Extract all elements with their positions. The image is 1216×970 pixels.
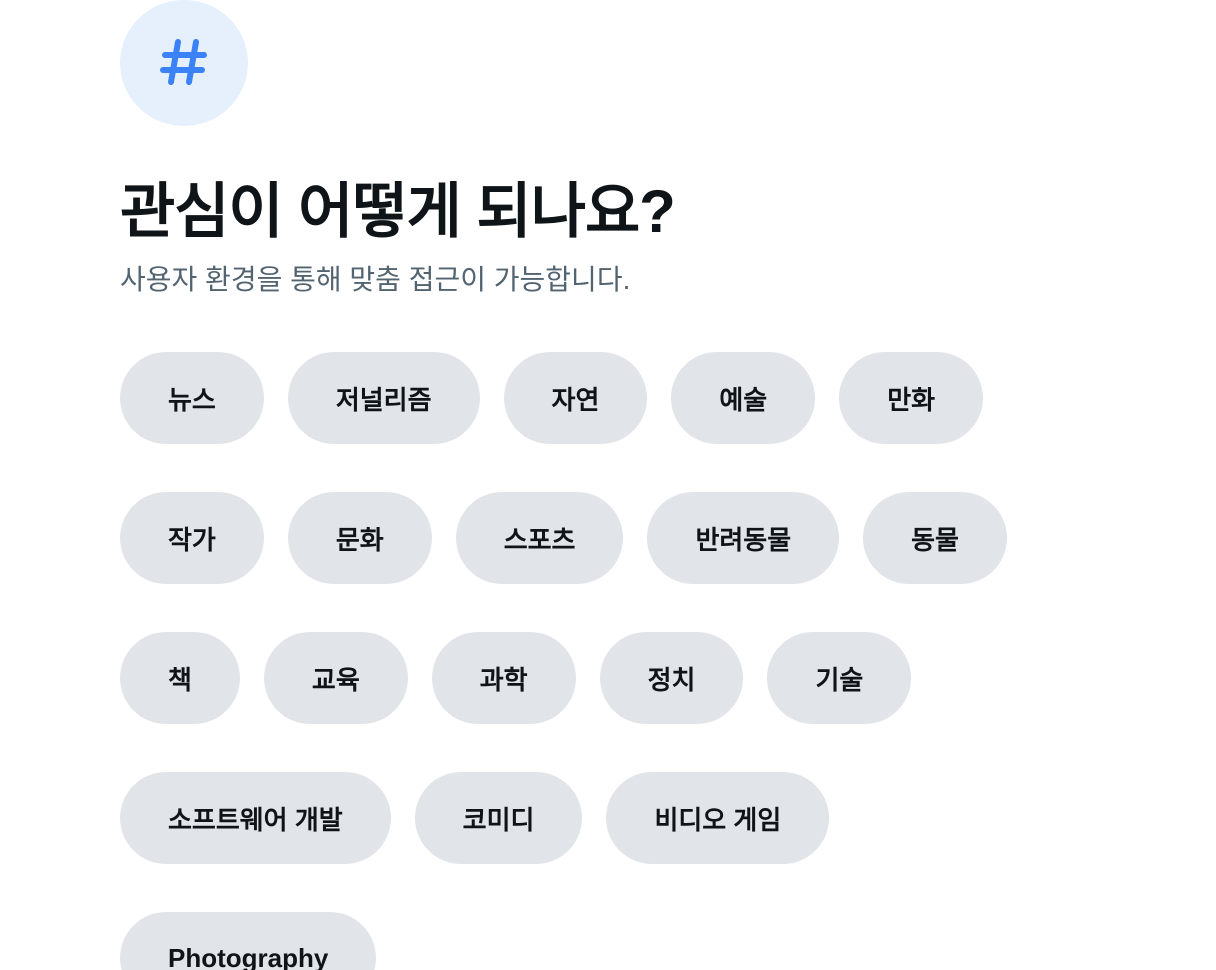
interests-page: 관심이 어떻게 되나요? 사용자 환경을 통해 맞춤 접근이 가능합니다. 뉴스…	[0, 0, 1216, 970]
topic-chip[interactable]: 작가	[120, 492, 264, 584]
topic-chip[interactable]: 비디오 게임	[606, 772, 830, 864]
topic-chip[interactable]: 자연	[503, 352, 648, 444]
topic-chip[interactable]: 뉴스	[120, 352, 264, 444]
topic-chip[interactable]: 만화	[839, 352, 984, 444]
topic-chip[interactable]: 책	[120, 632, 240, 724]
topic-chip[interactable]: 스포츠	[455, 492, 624, 584]
topic-chip[interactable]: 소프트웨어 개발	[120, 772, 391, 864]
topic-chip[interactable]: 기술	[767, 632, 912, 724]
page-title: 관심이 어떻게 되나요?	[120, 178, 676, 245]
topic-chip[interactable]: 과학	[431, 632, 576, 724]
topic-chip[interactable]: 예술	[671, 352, 816, 444]
topic-chip[interactable]: 교육	[263, 632, 408, 724]
topic-chip[interactable]: 동물	[863, 492, 1007, 584]
topic-chip[interactable]: Photography	[120, 912, 377, 970]
topic-chip[interactable]: 반려동물	[647, 492, 840, 584]
hashtag-icon	[120, 0, 248, 126]
topic-chip-list: 뉴스 저널리즘 자연 예술 만화작가 문화 스포츠 반려동물 동물책 교육 과학 정치 기술소프트웨어 …	[120, 352, 1080, 970]
topic-chip[interactable]: 정치	[599, 632, 744, 724]
topic-chip[interactable]: 저널리즘	[287, 352, 480, 444]
page-subtitle: 사용자 환경을 통해 맞춤 접근이 가능합니다.	[120, 264, 631, 295]
topic-chip[interactable]: 코미디	[414, 772, 583, 864]
topic-chip[interactable]: 문화	[287, 492, 432, 584]
